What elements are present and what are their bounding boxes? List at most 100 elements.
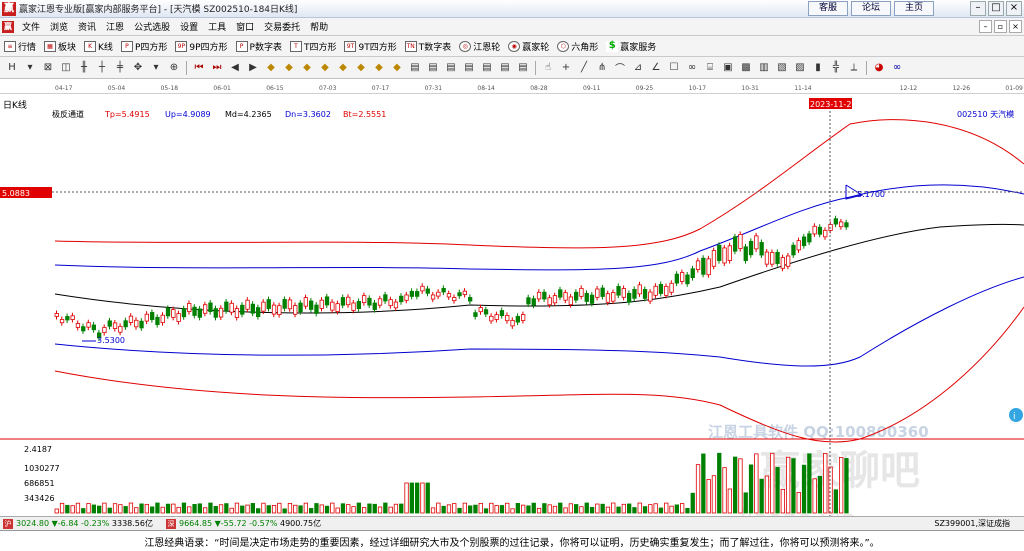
color-wheel-icon[interactable]: ◕ — [871, 60, 887, 76]
candle-body — [303, 297, 309, 307]
fork-icon[interactable]: ⋔ — [594, 60, 610, 76]
customer-service-link[interactable]: 客服 — [808, 1, 848, 16]
diamond4-icon[interactable]: ◆ — [317, 60, 333, 76]
chart-panel[interactable]: 04-17 05-04 05-18 06-01 06-15 07-03 07-17 07-31… — [0, 79, 1024, 533]
stats-icon[interactable]: ◫ — [58, 60, 74, 76]
grid6-icon[interactable]: ▤ — [497, 60, 513, 76]
grid7-icon[interactable]: ▤ — [515, 60, 531, 76]
menu-tools[interactable]: 工具 — [203, 20, 231, 33]
toolbar-gann-wheel-button[interactable]: ◎ 江恩轮 — [455, 40, 504, 53]
menu-window[interactable]: 窗口 — [231, 20, 259, 33]
grid3-icon[interactable]: ▤ — [443, 60, 459, 76]
menu-help[interactable]: 帮助 — [305, 20, 333, 33]
menu-file[interactable]: 文件 — [17, 20, 45, 33]
toolbar-p-square-button[interactable]: P P四方形 — [117, 40, 171, 53]
line-tool-icon[interactable]: ╱ — [576, 60, 592, 76]
grid5-icon[interactable]: ▤ — [479, 60, 495, 76]
diamond6-icon[interactable]: ◆ — [353, 60, 369, 76]
mdi-close-button[interactable]: × — [1009, 20, 1022, 33]
print-icon[interactable]: ▥ — [756, 60, 772, 76]
export-icon[interactable]: ▧ — [774, 60, 790, 76]
toolbar-hexagon-button[interactable]: ⬡ 六角形 — [553, 40, 602, 53]
candle-style-icon[interactable]: ╫ — [76, 60, 92, 76]
compare-icon[interactable]: ⊠ — [40, 60, 56, 76]
index-sh[interactable]: 沪 3024.80 ▼-6.84 -0.23% 3338.56亿 — [0, 518, 153, 529]
diamond7-icon[interactable]: ◆ — [371, 60, 387, 76]
info-icon[interactable] — [1009, 408, 1023, 422]
kline-chart[interactable]: 04-17 05-04 05-18 06-01 06-15 07-03 07-17 07-31… — [0, 79, 1024, 533]
menu-gann[interactable]: 江恩 — [101, 20, 129, 33]
grid4-icon[interactable]: ▤ — [461, 60, 477, 76]
diamond1-icon[interactable]: ◆ — [263, 60, 279, 76]
candle-body — [478, 307, 483, 313]
menu-info[interactable]: 资讯 — [73, 20, 101, 33]
cycle-icon[interactable]: ∞ — [684, 60, 700, 76]
diamond2-icon[interactable]: ◆ — [281, 60, 297, 76]
diamond3-icon[interactable]: ◆ — [299, 60, 315, 76]
measure-icon[interactable]: ⟂ — [846, 60, 862, 76]
car-icon[interactable]: ▨ — [792, 60, 808, 76]
right-icon[interactable]: ▶ — [245, 60, 261, 76]
hand-icon[interactable]: ☝ — [540, 60, 556, 76]
save-icon[interactable]: ▩ — [738, 60, 754, 76]
minimize-button[interactable]: – — [970, 1, 986, 16]
candle-body — [176, 313, 181, 322]
candle-body — [70, 315, 75, 320]
volume-bar — [807, 453, 812, 514]
calc-icon[interactable]: ▣ — [720, 60, 736, 76]
toolbar-t-table-button[interactable]: TN T数字表 — [401, 40, 456, 53]
bar-style-icon[interactable]: ┼ — [94, 60, 110, 76]
close-button[interactable]: × — [1006, 1, 1022, 16]
fib-icon[interactable]: ⌸ — [702, 60, 718, 76]
right-index[interactable]: SZ399001,深证成指 — [934, 518, 1010, 529]
toolbar-kline-button[interactable]: K K线 — [80, 40, 117, 53]
maximize-button[interactable]: □ — [988, 1, 1004, 16]
volume-bar — [282, 508, 287, 514]
fan-icon[interactable]: ⊿ — [630, 60, 646, 76]
toolbar-t-square-button[interactable]: T T四方形 — [286, 40, 341, 53]
menu-browse[interactable]: 浏览 — [45, 20, 73, 33]
move-icon[interactable]: ✥ — [130, 60, 146, 76]
menu-settings[interactable]: 设置 — [175, 20, 203, 33]
left-icon[interactable]: ◀ — [227, 60, 243, 76]
menu-formula[interactable]: 公式选股 — [129, 20, 175, 33]
diamond8-icon[interactable]: ◆ — [389, 60, 405, 76]
toolbar-9p-square-button[interactable]: 9P 9P四方形 — [171, 40, 231, 53]
volume-bar — [627, 503, 632, 514]
vol-icon[interactable]: ▮ — [810, 60, 826, 76]
homepage-link[interactable]: 主页 — [894, 1, 934, 16]
candle-body — [685, 274, 690, 285]
dropdown-arrow-icon[interactable]: ▾ — [22, 60, 38, 76]
candle-alt-icon[interactable]: ╪ — [112, 60, 128, 76]
overlay-icon[interactable]: ⊕ — [166, 60, 182, 76]
toolbar-winner-wheel-button[interactable]: ◉ 赢家轮 — [504, 40, 553, 53]
candle-body — [218, 307, 224, 318]
toolbar-p-table-button[interactable]: P P数字表 — [232, 40, 286, 53]
last-icon[interactable]: ⏭ — [209, 60, 225, 76]
grid1-icon[interactable]: ▤ — [407, 60, 423, 76]
box-icon[interactable]: ☐ — [666, 60, 682, 76]
toolbar-sector-button[interactable]: ▦ 板块 — [40, 40, 80, 53]
forum-link[interactable]: 论坛 — [851, 1, 891, 16]
candle-body — [791, 244, 796, 256]
arc-icon[interactable]: ⌒ — [612, 60, 628, 76]
chart-type-icon[interactable]: H — [4, 60, 20, 76]
angle-icon[interactable]: ∠ — [648, 60, 664, 76]
crosshair-icon[interactable]: + — [558, 60, 574, 76]
toolbar-quotes-button[interactable]: ≡ 行情 — [0, 40, 40, 53]
mdi-restore-button[interactable]: ▫ — [994, 20, 1007, 33]
index-sz[interactable]: 深 9664.85 ▼-55.72 -0.57% 4900.75亿 — [163, 518, 321, 529]
grid2-icon[interactable]: ▤ — [425, 60, 441, 76]
infinity-icon[interactable]: ∞ — [889, 60, 905, 76]
menu-trade[interactable]: 交易委托 — [259, 20, 305, 33]
toolbar-service-button[interactable]: $ 赢家服务 — [602, 40, 660, 53]
mdi-minimize-button[interactable]: – — [979, 20, 992, 33]
dropdown2-icon[interactable]: ▾ — [148, 60, 164, 76]
candle-body — [330, 301, 335, 311]
first-icon[interactable]: ⏮ — [191, 60, 207, 76]
grid-icon: ▦ — [44, 40, 57, 52]
toolbar-9t-square-button[interactable]: 9T 9T四方形 — [340, 40, 400, 53]
diamond5-icon[interactable]: ◆ — [335, 60, 351, 76]
volume-bar — [176, 506, 181, 514]
kline-icon[interactable]: ╬ — [828, 60, 844, 76]
